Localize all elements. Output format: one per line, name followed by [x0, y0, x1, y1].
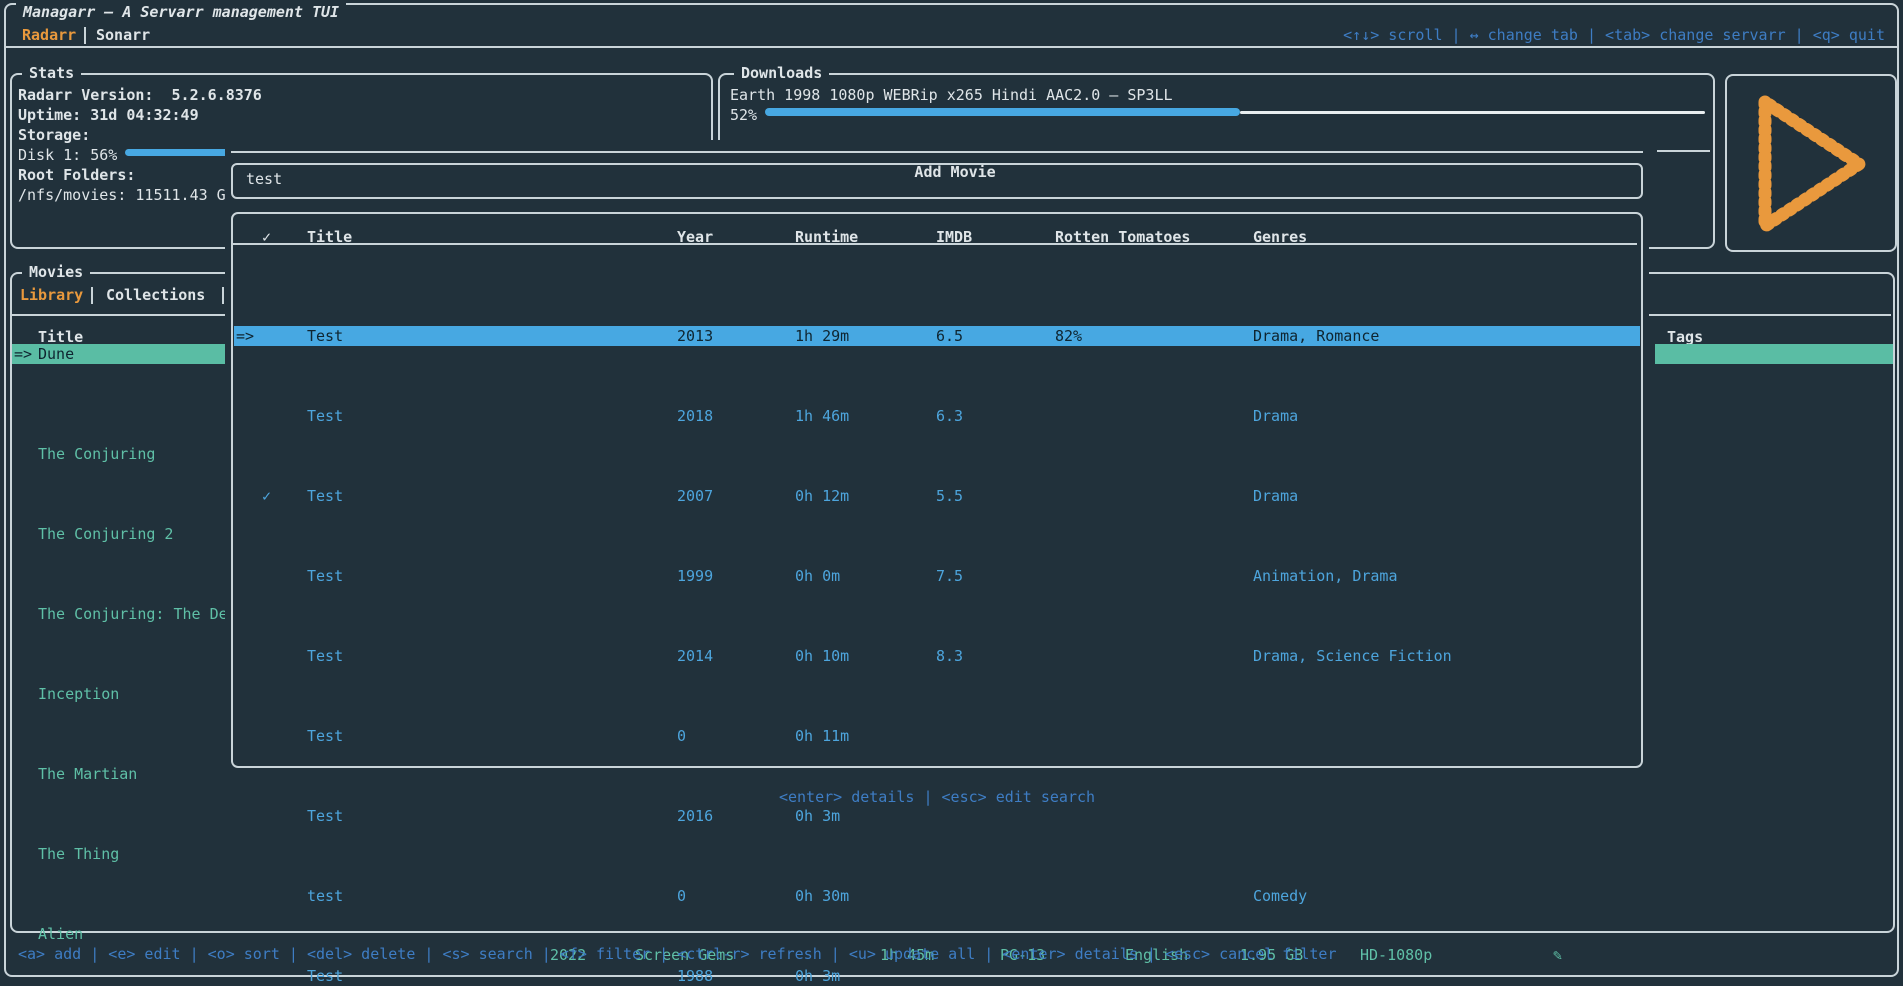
library-movie-list: The Conjuring The Conjuring 2 The Conjur…: [12, 364, 225, 986]
storage-label: Storage:: [18, 125, 90, 145]
tab-radarr[interactable]: Radarr: [22, 25, 76, 45]
library-movie-row[interactable]: The Thing: [12, 844, 225, 864]
result-title: test: [307, 886, 672, 906]
result-genres: Animation, Drama: [1253, 566, 1398, 586]
managarr-app: Managarr — A Servarr management TUI <↑↓>…: [0, 0, 1903, 986]
result-title: Test: [307, 966, 672, 986]
movie-result-row[interactable]: test 0 0h 30m Comedy: [234, 886, 1640, 906]
result-imdb-rating: 6.3: [936, 406, 963, 426]
download-progress-bar-remaining: [1240, 111, 1705, 114]
logo-panel: [1725, 74, 1897, 252]
result-year: 0: [677, 726, 686, 746]
download-progress-bar-filled: [765, 108, 1240, 116]
movie-result-row[interactable]: Test 0 0h 11m: [234, 726, 1640, 746]
result-runtime: 1h 46m: [795, 406, 849, 426]
panel-border-fragment: [1657, 150, 1710, 152]
movie-result-row[interactable]: Test 2014 0h 10m 8.3 Drama, Science Fict…: [234, 646, 1640, 666]
movie-result-row[interactable]: Test 1999 0h 0m 7.5 Animation, Drama: [234, 566, 1640, 586]
app-title: Managarr — A Servarr management TUI: [16, 2, 346, 22]
library-movie-row[interactable]: The Martian: [12, 764, 225, 784]
result-year: 1999: [677, 566, 713, 586]
result-year: 2007: [677, 486, 713, 506]
download-item-title: Earth 1998 1080p WEBRip x265 Hindi AAC2.…: [730, 85, 1173, 105]
result-title: Test: [307, 726, 672, 746]
tab-sonarr[interactable]: Sonarr: [96, 25, 150, 45]
library-movie-row[interactable]: The Conjuring 2: [12, 524, 225, 544]
library-selected-row-tags-cell: [1655, 344, 1893, 364]
library-selected-row[interactable]: => Dune: [12, 344, 225, 364]
header-divider: [6, 46, 1897, 48]
library-keybind-hints: <a> add | <e> edit | <o> sort | <del> de…: [18, 944, 1337, 964]
movies-panel-title: Movies: [22, 262, 90, 282]
result-genres: Drama: [1253, 406, 1298, 426]
result-rotten-tomatoes: 82%: [1055, 326, 1082, 346]
result-year: 2016: [677, 806, 713, 826]
tab-collections[interactable]: Collections: [106, 285, 205, 305]
selected-row-marker: =>: [236, 326, 254, 346]
result-title: Test: [307, 566, 672, 586]
results-header-divider: [233, 243, 1637, 245]
result-year: 1988: [677, 966, 713, 986]
downloads-panel-title: Downloads: [734, 63, 829, 83]
result-runtime: 0h 30m: [795, 886, 849, 906]
managarr-logo-icon: [1727, 76, 1895, 250]
result-runtime: 0h 0m: [795, 566, 840, 586]
result-runtime: 0h 12m: [795, 486, 849, 506]
result-runtime: 0h 3m: [795, 806, 840, 826]
uptime: Uptime: 31d 04:32:49: [18, 105, 199, 125]
result-year: 2014: [677, 646, 713, 666]
movie-result-row[interactable]: Test 1988 0h 3m: [234, 966, 1640, 986]
library-movie-row[interactable]: Alien: [12, 924, 225, 944]
result-imdb-rating: 6.5: [936, 326, 963, 346]
download-percent-label: 52%: [730, 105, 757, 125]
result-runtime: 0h 11m: [795, 726, 849, 746]
library-movie-row[interactable]: The Conjuring: The De: [12, 604, 225, 624]
result-title: Test: [307, 486, 672, 506]
movie-result-row[interactable]: ✓ Test 2007 0h 12m 5.5 Drama: [234, 486, 1640, 506]
result-year: 0: [677, 886, 686, 906]
result-year: 2018: [677, 406, 713, 426]
result-title: Test: [307, 406, 672, 426]
root-folders-label: Root Folders:: [18, 165, 135, 185]
collections-tab-separator: [222, 287, 224, 304]
result-runtime: 1h 29m: [795, 326, 849, 346]
result-imdb-rating: 5.5: [936, 486, 963, 506]
result-runtime: 0h 10m: [795, 646, 849, 666]
tab-separator: [84, 27, 86, 44]
global-keybind-hints: <↑↓> scroll | ↔ change tab | <tab> chang…: [1340, 25, 1885, 45]
search-input-value: test: [246, 169, 282, 189]
result-imdb-rating: 7.5: [936, 566, 963, 586]
disk-usage-label: Disk 1: 56%: [18, 145, 117, 165]
movie-result-row[interactable]: Test 2018 1h 46m 6.3 Drama: [234, 406, 1640, 426]
result-year: 2013: [677, 326, 713, 346]
root-folder-value: /nfs/movies: 11511.43 GB: [18, 185, 235, 205]
movie-result-row[interactable]: Test 2016 0h 3m: [234, 806, 1640, 826]
library-tab-separator: [91, 287, 93, 304]
result-title: Test: [307, 806, 672, 826]
tab-library[interactable]: Library: [20, 285, 83, 305]
disk-usage-bar: [125, 149, 235, 156]
result-runtime: 0h 3m: [795, 966, 840, 986]
result-genres: Comedy: [1253, 886, 1307, 906]
library-movie-row[interactable]: The Conjuring: [12, 444, 225, 464]
result-genres: Drama: [1253, 486, 1298, 506]
movie-result-row[interactable]: => Test 2013 1h 29m 6.5 82% Drama, Roman…: [234, 326, 1640, 346]
radarr-version: Radarr Version: 5.2.6.8376: [18, 85, 262, 105]
movie-search-input[interactable]: test: [231, 163, 1643, 199]
selected-row-marker: =>: [14, 344, 32, 364]
result-title: Test: [307, 646, 672, 666]
library-movie-row[interactable]: Inception: [12, 684, 225, 704]
result-genres: Drama, Romance: [1253, 326, 1379, 346]
result-title: Test: [307, 326, 672, 346]
stats-panel-title: Stats: [22, 63, 81, 83]
results-rows: => Test 2013 1h 29m 6.5 82% Drama, Roman…: [234, 246, 1640, 986]
modal-keybind-hints: <enter> details | <esc> edit search: [231, 787, 1643, 807]
result-genres: Drama, Science Fiction: [1253, 646, 1452, 666]
result-imdb-rating: 8.3: [936, 646, 963, 666]
in-library-check-icon: ✓: [262, 486, 271, 506]
selected-movie-title: Dune: [38, 344, 74, 364]
